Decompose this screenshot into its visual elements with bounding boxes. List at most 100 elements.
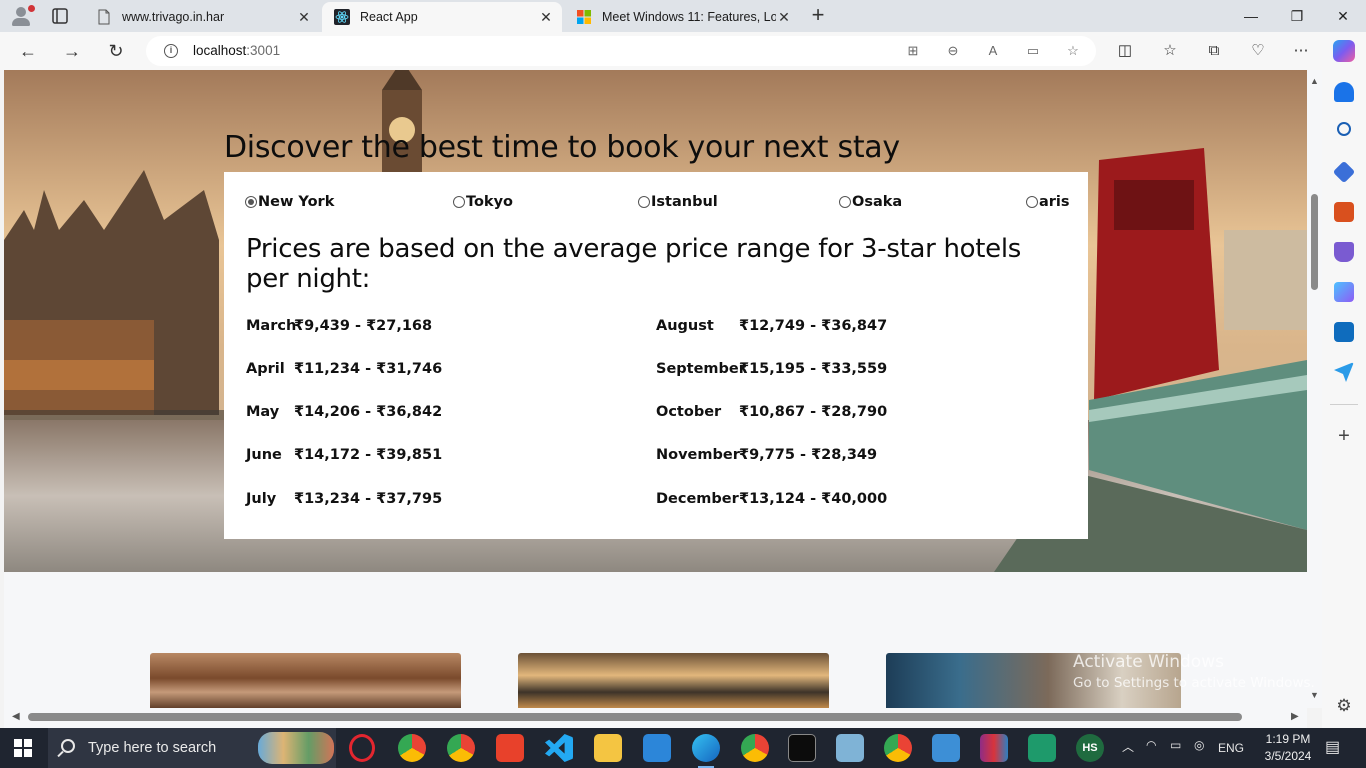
hotel-thumbnail-image[interactable] — [150, 653, 461, 708]
browser-titlebar: www.trivago.in.har ✕ React App ✕ Meet Wi… — [0, 0, 1366, 32]
price-range: ₹10,867 - ₹28,790 — [739, 404, 888, 420]
profile-avatar-icon[interactable] — [8, 4, 36, 28]
tab-windows-11[interactable]: Meet Windows 11: Features, Look ✕ — [564, 2, 800, 32]
month-label: May — [246, 404, 280, 420]
send-drop-icon[interactable] — [1334, 362, 1354, 382]
shopping-tag-icon[interactable] — [1332, 160, 1356, 184]
vscode-icon[interactable] — [545, 734, 573, 762]
zoom-out-icon[interactable]: ⊖ — [944, 42, 962, 60]
url-text[interactable]: localhost:3001 — [193, 43, 280, 58]
copilot-icon[interactable] — [1333, 40, 1355, 62]
watermark-title: Activate Windows — [1073, 652, 1224, 672]
notifications-bell-icon[interactable] — [1334, 82, 1354, 102]
microsoft-365-icon[interactable] — [1334, 282, 1354, 302]
price-range: ₹9,775 - ₹28,349 — [739, 447, 878, 463]
city-radio-istanbul[interactable]: Istanbul — [638, 194, 718, 210]
add-sidebar-app-icon[interactable]: + — [1334, 426, 1354, 446]
address-bar[interactable]: i localhost:3001 ⊞ ⊖ A ▭ ☆ — [146, 36, 1096, 66]
tools-icon[interactable] — [1334, 202, 1354, 222]
city-radio-paris[interactable]: aris — [1026, 194, 1070, 210]
opera-icon[interactable] — [349, 734, 375, 762]
price-range: ₹15,195 - ₹33,559 — [739, 361, 888, 377]
price-range: ₹14,172 - ₹39,851 — [294, 447, 443, 463]
browser-essentials-icon[interactable]: ♡ — [1248, 41, 1268, 61]
refresh-button[interactable]: ↻ — [102, 37, 130, 65]
prices-heading: Prices are based on the average price ra… — [246, 234, 1022, 294]
wps-office-icon[interactable] — [496, 734, 524, 762]
edge-icon[interactable] — [692, 734, 720, 768]
search-icon[interactable] — [1337, 122, 1351, 136]
radio-button[interactable] — [453, 196, 465, 208]
collections-icon[interactable]: ⧉ — [1204, 41, 1224, 61]
taskbar-search-box[interactable]: Type here to search — [48, 728, 336, 768]
favorites-icon[interactable]: ☆ — [1160, 41, 1180, 61]
terminal-icon[interactable] — [788, 734, 816, 762]
more-menu-icon[interactable]: ⋯ — [1291, 41, 1311, 61]
close-window-button[interactable]: ✕ — [1320, 0, 1366, 32]
restore-button[interactable]: ❐ — [1274, 0, 1320, 32]
minimize-button[interactable]: — — [1228, 0, 1274, 32]
price-range: ₹14,206 - ₹36,842 — [294, 404, 443, 420]
games-icon[interactable] — [1334, 242, 1354, 262]
month-label: August — [656, 318, 714, 334]
wifi-icon[interactable]: ◠ — [1146, 738, 1156, 752]
price-range: ₹13,124 - ₹40,000 — [739, 491, 888, 507]
month-label: March — [246, 318, 297, 334]
control-panel-icon[interactable] — [932, 734, 960, 762]
forward-button[interactable]: → — [58, 37, 86, 65]
city-radio-tokyo[interactable]: Tokyo — [453, 194, 513, 210]
new-tab-button[interactable]: + — [806, 4, 830, 28]
radio-button[interactable] — [839, 196, 851, 208]
back-button[interactable]: ← — [14, 37, 42, 65]
tab-label: Meet Windows 11: Features, Look — [602, 10, 776, 24]
chrome-alt-icon[interactable] — [884, 734, 912, 762]
tab-label: www.trivago.in.har — [122, 10, 225, 24]
tab-react-app[interactable]: React App ✕ — [322, 2, 562, 32]
split-screen-icon[interactable]: ◫ — [1115, 41, 1135, 61]
file-explorer-icon[interactable] — [594, 734, 622, 762]
site-info-icon[interactable]: i — [164, 44, 178, 58]
month-label: April — [246, 361, 285, 377]
vertical-scrollbar[interactable]: ▲ ▼ — [1307, 70, 1322, 708]
city-radio-new-york[interactable]: New York — [245, 194, 334, 210]
system-clock[interactable]: 1:19 PM 3/5/2024 — [1258, 731, 1318, 765]
close-tab-icon[interactable]: ✕ — [296, 9, 312, 25]
favorite-star-icon[interactable]: ☆ — [1064, 42, 1082, 60]
vertical-scroll-thumb[interactable] — [1311, 194, 1318, 290]
city-label: Osaka — [852, 194, 903, 210]
hs-app-icon[interactable]: HS — [1076, 734, 1104, 762]
camera-icon[interactable]: ◎ — [1194, 738, 1204, 752]
city-radio-osaka[interactable]: Osaka — [839, 194, 902, 210]
close-tab-icon[interactable]: ✕ — [538, 9, 554, 25]
horizontal-scrollbar[interactable]: ◀ ▶ — [4, 708, 1307, 728]
battery-icon[interactable]: ▭ — [1170, 738, 1181, 752]
tab-actions-icon[interactable] — [46, 6, 74, 26]
chrome-icon[interactable] — [398, 734, 426, 762]
chrome-profile-m-icon[interactable] — [741, 734, 769, 762]
hotel-thumbnail-image[interactable] — [518, 653, 829, 708]
outlook-icon[interactable] — [1334, 322, 1354, 342]
security-app-icon[interactable] — [1028, 734, 1056, 762]
price-range: ₹13,234 - ₹37,795 — [294, 491, 443, 507]
chrome-profile-icon[interactable] — [447, 734, 475, 762]
radio-button[interactable] — [245, 196, 257, 208]
tab-trivago-har[interactable]: www.trivago.in.har ✕ — [84, 2, 320, 32]
app-available-icon[interactable]: ⊞ — [904, 42, 922, 60]
month-label: October — [656, 404, 722, 420]
radio-button[interactable] — [638, 196, 650, 208]
notes-app-icon[interactable] — [836, 734, 864, 762]
settings-gear-icon[interactable]: ⚙ — [1334, 696, 1354, 716]
radio-button[interactable] — [1026, 196, 1038, 208]
show-hidden-icons-chevron-icon[interactable]: ︿ — [1122, 738, 1134, 755]
horizontal-scroll-thumb[interactable] — [28, 713, 1242, 721]
microsoft-store-icon[interactable] — [643, 734, 671, 762]
hero-section: Discover the best time to book your next… — [4, 70, 1307, 572]
immersive-reader-icon[interactable]: ▭ — [1024, 42, 1042, 60]
read-aloud-icon[interactable]: A — [984, 42, 1002, 60]
winrar-icon[interactable] — [980, 734, 1008, 762]
close-tab-icon[interactable]: ✕ — [776, 9, 792, 25]
language-indicator[interactable]: ENG — [1218, 741, 1244, 755]
city-label: Tokyo — [466, 194, 513, 210]
windows-start-icon[interactable] — [14, 739, 32, 757]
notification-center-icon[interactable]: ▤ — [1325, 737, 1340, 757]
